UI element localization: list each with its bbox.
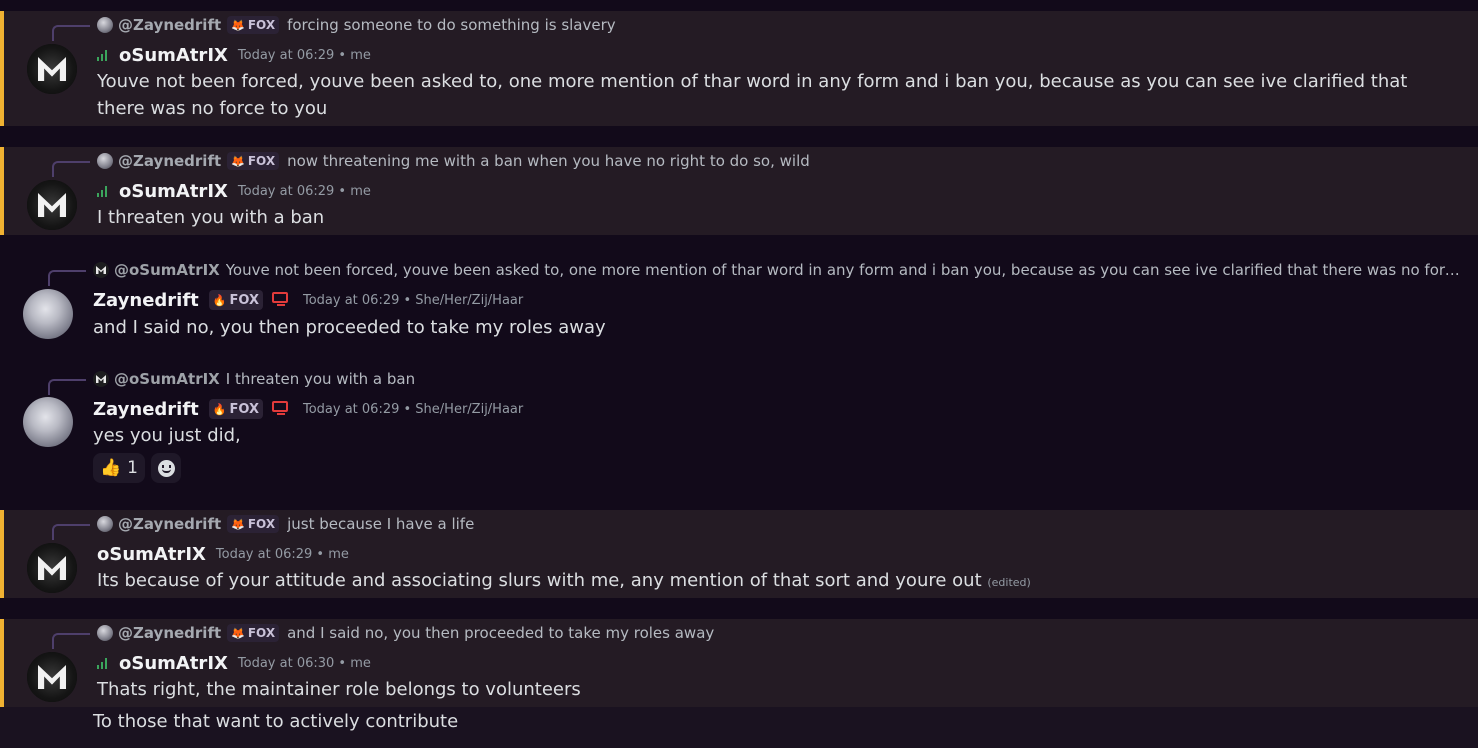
- reply-text: and I said no, you then proceeded to tak…: [287, 624, 715, 642]
- reaction-thumbs-up[interactable]: 👍 1: [93, 453, 145, 483]
- fox-tag: 🔥 FOX: [208, 290, 263, 310]
- avatar[interactable]: [27, 652, 77, 702]
- reply-author[interactable]: @Zaynedrift: [118, 515, 221, 533]
- reply-avatar: [97, 625, 113, 641]
- reply-avatar: [97, 17, 113, 33]
- reply-preview[interactable]: @Zaynedrift 🦊 FOX and I said no, you then…: [97, 623, 714, 643]
- author-name[interactable]: oSumAtrIX: [119, 181, 228, 202]
- reply-text: now threatening me with a ban when you h…: [287, 152, 810, 170]
- reply-spine: [52, 524, 90, 540]
- timestamp: Today at 06:29 • She/Her/Zij/Haar: [302, 292, 524, 308]
- flame-icon: 🦊: [231, 18, 245, 32]
- timestamp: Today at 06:29 • She/Her/Zij/Haar: [302, 401, 524, 417]
- timestamp: Today at 06:29 • me: [237, 47, 371, 63]
- message-followup[interactable]: To those that want to actively contribut…: [0, 707, 1478, 748]
- reply-avatar: [93, 262, 109, 278]
- flame-icon: 🔥: [212, 293, 227, 307]
- message[interactable]: @Zaynedrift 🦊 FOX and I said no, you then…: [0, 619, 1478, 707]
- message-header: oSumAtrIX Today at 06:29 • me: [97, 179, 371, 203]
- message-content: Its because of your attitude and associa…: [97, 567, 1418, 596]
- reply-preview[interactable]: @oSumAtrIX I threaten you with a ban: [93, 369, 415, 389]
- message[interactable]: @oSumAtrIX I threaten you with a ban Zay…: [0, 365, 1478, 495]
- message-text: Its because of your attitude and associa…: [97, 570, 982, 591]
- avatar[interactable]: [23, 397, 73, 447]
- message-header: Zaynedrift 🔥 FOX Today at 06:29 • She/Her…: [93, 288, 523, 312]
- reply-author[interactable]: @oSumAtrIX: [114, 261, 220, 279]
- reply-text: I threaten you with a ban: [225, 370, 416, 388]
- message-header: oSumAtrIX Today at 06:30 • me: [97, 651, 371, 675]
- reactions: 👍 1: [93, 453, 181, 483]
- reply-spine: [48, 270, 86, 286]
- signal-bars-icon: [97, 657, 107, 669]
- reply-author[interactable]: @Zaynedrift: [118, 16, 221, 34]
- author-name[interactable]: oSumAtrIX: [97, 544, 206, 565]
- reply-text: just because I have a life: [287, 515, 475, 533]
- flame-icon: 🦊: [231, 517, 245, 531]
- reply-text: forcing someone to do something is slave…: [287, 16, 616, 34]
- thumbs-up-icon: 👍: [100, 458, 122, 478]
- fox-tag: 🦊 FOX: [227, 624, 280, 642]
- fox-tag: 🦊 FOX: [227, 16, 280, 34]
- monitor-icon: [271, 292, 291, 308]
- reply-spine: [52, 633, 90, 649]
- message-content: I threaten you with a ban: [97, 207, 325, 228]
- timestamp: Today at 06:29 • me: [237, 183, 371, 199]
- reply-text: Youve not been forced, youve been asked …: [225, 261, 1463, 279]
- flame-icon: 🔥: [212, 402, 227, 416]
- monitor-icon: [271, 401, 291, 417]
- message-header: Zaynedrift 🔥 FOX Today at 06:29 • She/Her…: [93, 397, 523, 421]
- avatar[interactable]: [27, 44, 77, 94]
- message-content: and I said no, you then proceeded to tak…: [93, 317, 606, 338]
- reply-avatar: [97, 516, 113, 532]
- author-name[interactable]: oSumAtrIX: [119, 653, 228, 674]
- message[interactable]: @Zaynedrift 🦊 FOX forcing someone to do s…: [0, 11, 1478, 126]
- avatar[interactable]: [27, 180, 77, 230]
- message[interactable]: @oSumAtrIX Youve not been forced, youve …: [0, 256, 1478, 346]
- reply-preview[interactable]: @Zaynedrift 🦊 FOX now threatening me with…: [97, 151, 810, 171]
- fox-tag: 🦊 FOX: [227, 152, 280, 170]
- reply-avatar: [93, 371, 109, 387]
- reply-spine: [52, 25, 90, 41]
- message-content: Thats right, the maintainer role belongs…: [97, 679, 581, 700]
- add-reaction-button[interactable]: [151, 453, 181, 483]
- edited-label: (edited): [987, 576, 1031, 589]
- timestamp: Today at 06:29 • me: [215, 546, 349, 562]
- message-content: yes you just did,: [93, 425, 241, 446]
- author-name[interactable]: Zaynedrift: [93, 399, 199, 420]
- reply-preview[interactable]: @Zaynedrift 🦊 FOX forcing someone to do s…: [97, 15, 616, 35]
- reply-preview[interactable]: @Zaynedrift 🦊 FOX just because I have a l…: [97, 514, 474, 534]
- reply-preview[interactable]: @oSumAtrIX Youve not been forced, youve …: [93, 260, 1463, 280]
- reply-author[interactable]: @Zaynedrift: [118, 152, 221, 170]
- message[interactable]: @Zaynedrift 🦊 FOX just because I have a l…: [0, 510, 1478, 598]
- reply-spine: [52, 161, 90, 177]
- message-content: Youve not been forced, youve been asked …: [97, 71, 1408, 119]
- author-name[interactable]: oSumAtrIX: [119, 45, 228, 66]
- timestamp: Today at 06:30 • me: [237, 655, 371, 671]
- message-header: oSumAtrIX Today at 06:29 • me: [97, 43, 371, 67]
- reaction-count: 1: [127, 458, 138, 478]
- message[interactable]: @Zaynedrift 🦊 FOX now threatening me with…: [0, 147, 1478, 235]
- author-name[interactable]: Zaynedrift: [93, 290, 199, 311]
- signal-bars-icon: [97, 49, 107, 61]
- reply-avatar: [97, 153, 113, 169]
- message-header: oSumAtrIX Today at 06:29 • me: [97, 542, 349, 566]
- reply-spine: [48, 379, 86, 395]
- signal-bars-icon: [97, 185, 107, 197]
- fox-tag: 🔥 FOX: [208, 399, 263, 419]
- fox-tag: 🦊 FOX: [227, 515, 280, 533]
- reply-author[interactable]: @oSumAtrIX: [114, 370, 220, 388]
- flame-icon: 🦊: [231, 154, 245, 168]
- message-content: To those that want to actively contribut…: [93, 711, 459, 732]
- avatar[interactable]: [27, 543, 77, 593]
- flame-icon: 🦊: [231, 626, 245, 640]
- reply-author[interactable]: @Zaynedrift: [118, 624, 221, 642]
- smiley-icon: [157, 459, 175, 477]
- avatar[interactable]: [23, 289, 73, 339]
